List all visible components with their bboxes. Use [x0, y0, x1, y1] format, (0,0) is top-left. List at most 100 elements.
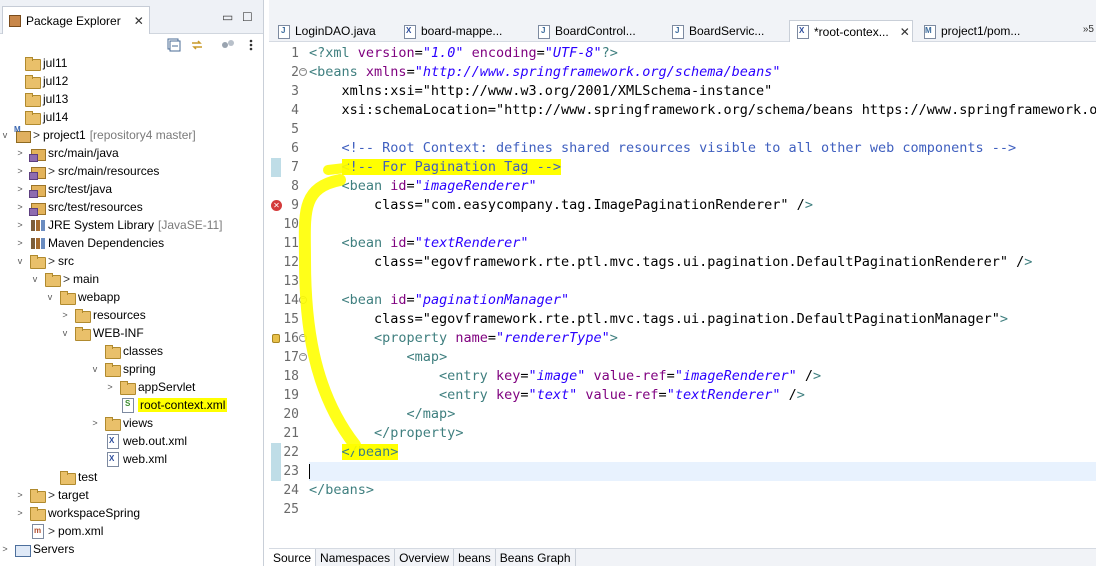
link-with-editor-icon[interactable]: [190, 38, 204, 52]
code-line[interactable]: <property name="rendererType">: [309, 329, 618, 348]
view-menu-icon[interactable]: [244, 38, 258, 52]
code-line[interactable]: </property>: [309, 424, 463, 443]
tree-item-resources[interactable]: > resources: [0, 306, 263, 324]
collapse-all-icon[interactable]: [167, 38, 181, 52]
tree-item-src-main-java[interactable]: > src/main/java: [0, 144, 263, 162]
tree-item-jul11[interactable]: jul11: [0, 54, 263, 72]
editor-page-tab-beans-graph[interactable]: Beans Graph: [496, 549, 576, 566]
tree-item-pom-xml[interactable]: >pom.xml: [0, 522, 263, 540]
chevron-down-icon[interactable]: v: [60, 328, 70, 338]
chevron-right-icon[interactable]: >: [15, 490, 25, 500]
close-tab-icon[interactable]: ✕: [900, 25, 910, 39]
chevron-down-icon[interactable]: v: [0, 130, 10, 140]
editor-page-tab-namespaces[interactable]: Namespaces: [316, 549, 396, 566]
code-line[interactable]: <map>: [309, 348, 448, 367]
tree-item-webapp[interactable]: v webapp: [0, 288, 263, 306]
editor-page-tab-source[interactable]: Source: [269, 549, 317, 566]
editor-tab-1[interactable]: board-mappe...: [397, 20, 527, 42]
chevron-right-icon[interactable]: >: [105, 382, 115, 392]
tree-item-project1[interactable]: v >project1[repository4 master]: [0, 125, 263, 144]
chevron-right-icon[interactable]: >: [15, 220, 25, 230]
chevron-down-icon[interactable]: v: [45, 292, 55, 302]
chevron-right-icon[interactable]: >: [90, 418, 100, 428]
editor-tab-4[interactable]: *root-contex... ✕: [789, 20, 913, 42]
tree-item-src-test-java[interactable]: > src/test/java: [0, 180, 263, 198]
tab-overflow-button[interactable]: »5: [1083, 24, 1094, 35]
editor-tab-2[interactable]: BoardControl...: [531, 20, 661, 42]
chevron-down-icon[interactable]: v: [15, 256, 25, 266]
package-explorer-tab[interactable]: Package Explorer ✕: [2, 6, 150, 34]
tree-item-web-inf[interactable]: v WEB-INF: [0, 324, 263, 342]
chevron-right-icon[interactable]: >: [0, 544, 10, 554]
tree-item-web-out-xml[interactable]: web.out.xml: [0, 432, 263, 450]
code-line[interactable]: <beans xmlns="http://www.springframework…: [309, 63, 780, 82]
tree-item-main[interactable]: v > main: [0, 270, 263, 288]
tree-item-views[interactable]: > views: [0, 414, 263, 432]
code-line[interactable]: [309, 462, 1096, 481]
fold-toggle-icon[interactable]: −: [299, 68, 307, 76]
code-line[interactable]: class="egovframework.rte.ptl.mvc.tags.ui…: [309, 253, 1032, 272]
tree-item-target[interactable]: > > target: [0, 486, 263, 504]
tree-item-appservlet[interactable]: > appServlet: [0, 378, 263, 396]
chevron-right-icon[interactable]: >: [15, 202, 25, 212]
tree-item-jul14[interactable]: jul14: [0, 108, 263, 126]
tree-item-jre-system-library[interactable]: > JRE System Library [JavaSE-11]: [0, 216, 263, 234]
code-line[interactable]: </map>: [309, 405, 456, 424]
code-line[interactable]: class="egovframework.rte.ptl.mvc.tags.ui…: [309, 310, 1008, 329]
pom-xml-icon: [29, 523, 45, 539]
tree-item-jul12[interactable]: jul12: [0, 72, 263, 90]
chevron-right-icon[interactable]: >: [15, 148, 25, 158]
focus-active-task-icon[interactable]: [221, 38, 235, 52]
editor-tab-3[interactable]: BoardServic...: [665, 20, 785, 42]
chevron-right-icon[interactable]: >: [15, 508, 25, 518]
code-line[interactable]: <?xml version="1.0" encoding="UTF-8"?>: [309, 44, 618, 63]
code-line[interactable]: <entry key="image" value-ref="imageRende…: [309, 367, 821, 386]
folder-icon: [104, 343, 121, 359]
minimize-icon[interactable]: ▭: [222, 10, 233, 24]
tree-item-maven-dependencies[interactable]: > Maven Dependencies: [0, 234, 263, 252]
editor-page-tab-overview[interactable]: Overview: [395, 549, 455, 566]
close-icon[interactable]: ✕: [134, 14, 144, 28]
code-line[interactable]: </beans>: [309, 481, 374, 500]
tree-item-spring[interactable]: v spring: [0, 360, 263, 378]
tree-item-web-xml[interactable]: web.xml: [0, 450, 263, 468]
code-line[interactable]: <bean id="textRenderer": [309, 234, 529, 253]
line-number: 13: [283, 274, 299, 289]
tree-item-root-context-xml[interactable]: root-context.xml: [0, 396, 263, 414]
fold-toggle-icon[interactable]: −: [299, 334, 307, 342]
tree-item-src-main-resources[interactable]: > > src/main/resources: [0, 162, 263, 180]
code-area[interactable]: <?xml version="1.0" encoding="UTF-8"?> <b…: [309, 44, 1096, 544]
tree-item-jul13[interactable]: jul13: [0, 90, 263, 108]
code-line[interactable]: <entry key="text" value-ref="textRendere…: [309, 386, 805, 405]
editor-page-tab-beans[interactable]: beans: [454, 549, 496, 566]
tree-item-classes[interactable]: classes: [0, 342, 263, 360]
chevron-right-icon[interactable]: >: [15, 238, 25, 248]
editor-tab-0[interactable]: LoginDAO.java: [271, 20, 393, 42]
code-line[interactable]: </bean>: [309, 443, 399, 462]
tree-item-workspacespring[interactable]: > workspaceSpring: [0, 504, 263, 522]
editor-tab-label: BoardServic...: [689, 24, 765, 38]
editor-tab-5[interactable]: project1/pom...: [917, 20, 1037, 42]
tree-item-src-test-resources[interactable]: > src/test/resources: [0, 198, 263, 216]
chevron-right-icon[interactable]: >: [15, 184, 25, 194]
code-line[interactable]: <bean id="imageRenderer": [309, 177, 537, 196]
code-line[interactable]: <bean id="paginationManager": [309, 291, 570, 310]
chevron-down-icon[interactable]: v: [30, 274, 40, 284]
code-line[interactable]: <!-- For Pagination Tag -->: [309, 158, 561, 177]
chevron-down-icon[interactable]: v: [90, 364, 100, 374]
warning-icon[interactable]: [272, 334, 280, 343]
error-icon[interactable]: ✕: [271, 200, 282, 211]
chevron-right-icon[interactable]: >: [60, 310, 70, 320]
code-line[interactable]: xmlns:xsi="http://www.w3.org/2001/XMLSch…: [309, 82, 773, 101]
tree-item-servers[interactable]: > Servers: [0, 540, 263, 558]
java-file-icon: [537, 24, 550, 39]
fold-toggle-icon[interactable]: −: [299, 296, 307, 304]
tree-item-test[interactable]: test: [0, 468, 263, 486]
maximize-icon[interactable]: ☐: [242, 10, 253, 24]
tree-item-src[interactable]: v > src: [0, 252, 263, 270]
code-line[interactable]: class="com.easycompany.tag.ImagePaginati…: [309, 196, 813, 215]
fold-toggle-icon[interactable]: −: [299, 353, 307, 361]
code-line[interactable]: xsi:schemaLocation="http://www.springfra…: [309, 101, 1096, 120]
code-line[interactable]: <!-- Root Context: defines shared resour…: [309, 139, 1017, 158]
chevron-right-icon[interactable]: >: [15, 166, 25, 176]
